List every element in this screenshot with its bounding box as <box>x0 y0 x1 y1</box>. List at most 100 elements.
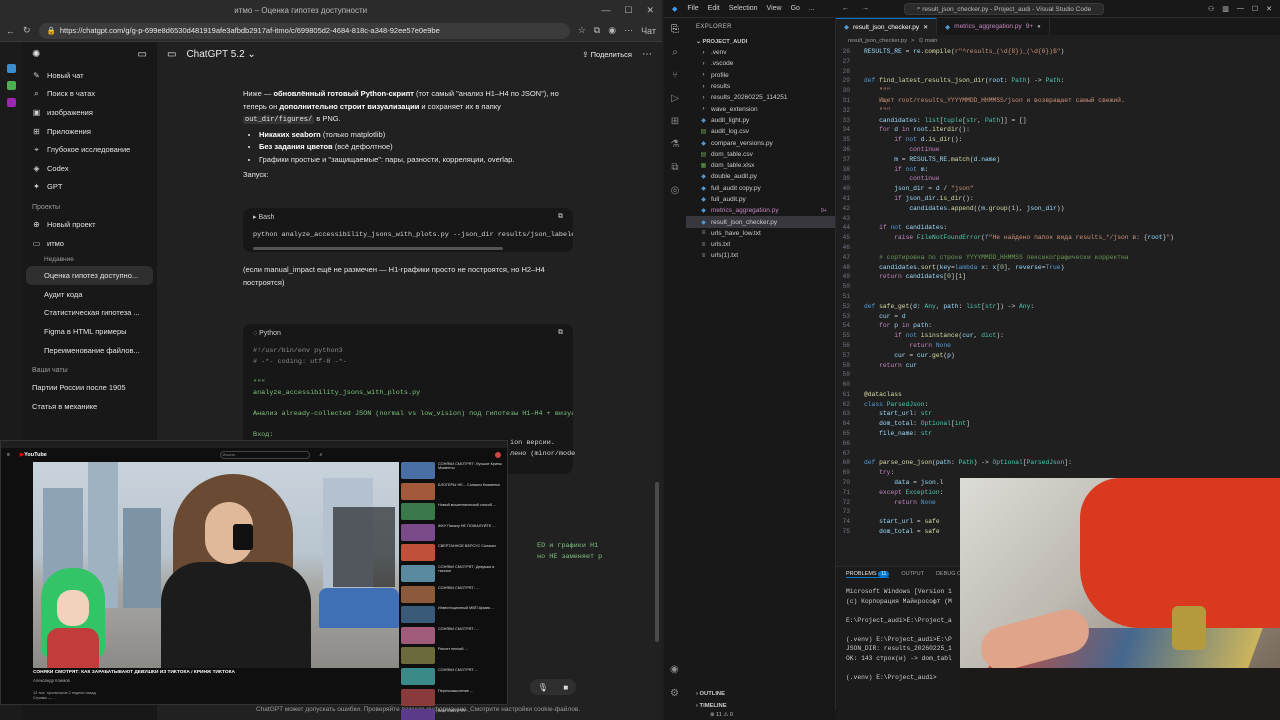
menu-item[interactable]: Selection <box>729 5 758 12</box>
explorer-icon[interactable]: ⎘ <box>671 24 679 35</box>
project-chat-item[interactable]: Figma в HTML примеры <box>22 322 157 341</box>
yt-menu-icon[interactable]: ≡ <box>7 452 10 458</box>
file-tree-item[interactable]: ≡ urls_have_low.txt <box>686 228 835 239</box>
project-root[interactable]: ⌄ PROJECT_AUDI <box>686 36 835 47</box>
profile-icon[interactable]: ◉ <box>608 25 616 36</box>
remote-icon[interactable]: ⧉ <box>671 162 678 173</box>
project-chat-item[interactable]: Переименование файлов... <box>22 341 157 360</box>
microphone-icon[interactable]: 🎙 <box>538 683 548 692</box>
sidebar-item[interactable]: ◈ Codex <box>22 159 157 178</box>
minimize-icon[interactable]: — <box>601 5 610 16</box>
yt-avatar[interactable] <box>495 452 501 458</box>
copy-icon[interactable]: ⧉ <box>558 213 563 221</box>
yt-search-input[interactable]: Искать <box>219 451 310 459</box>
project-chat-item[interactable]: Оценка гипотез доступно... <box>26 266 153 285</box>
file-tree-item[interactable]: › results_20260225_114251 <box>686 92 835 103</box>
video-player[interactable] <box>33 462 399 668</box>
recommended-video[interactable]: СОНЯКИ СМОТРЯТ: ... <box>401 585 505 606</box>
sidebar-item[interactable]: ⌕ Поиск в чатах <box>22 85 157 104</box>
file-tree-item[interactable]: › profile <box>686 70 835 81</box>
testing-icon[interactable]: ⚗ <box>671 139 680 150</box>
menu-item[interactable]: Go <box>791 5 800 12</box>
recommended-video[interactable]: ВОЙ СМОТРЯТ: ... <box>401 708 505 720</box>
reload-icon[interactable]: ↻ <box>23 25 31 36</box>
tab-output[interactable]: OUTPUT <box>901 571 924 577</box>
command-center[interactable]: ⌕ result_json_checker.py - Project_audi … <box>904 3 1104 15</box>
recommended-video[interactable]: СОНЯКИ СМОТРЯТ ... <box>401 667 505 688</box>
problems-status[interactable]: ⊗ 11 ⚠ 0 <box>710 712 733 718</box>
recommended-video[interactable]: БЛОГЕРЫ НЕ... Сонякич Клименко <box>401 482 505 503</box>
sidebar-item[interactable]: ⌖ Глубокое исследование <box>22 140 157 159</box>
nav-forward-icon[interactable]: → <box>862 5 869 12</box>
close-icon[interactable]: ✕ <box>923 24 928 31</box>
tab-problems[interactable]: PROBLEMS 11 <box>846 570 890 578</box>
copy-icon[interactable]: ⧉ <box>558 329 563 337</box>
file-tree-item[interactable]: ◆ full_audit.py <box>686 194 835 205</box>
menu-item[interactable]: View <box>767 5 782 12</box>
copilot-label[interactable]: Чат <box>641 26 656 36</box>
url-field[interactable]: 🔒 https://chatgpt.com/g/g-p-699e8d6530d4… <box>38 22 570 39</box>
channel-name[interactable]: Александр Климов <box>33 678 70 683</box>
breadcrumb-item[interactable]: ⊙ main <box>918 38 937 44</box>
recommended-video[interactable]: СВЕРТАННОЕ ВЕРСУС Сонякич <box>401 543 505 564</box>
close-icon[interactable]: ✕ <box>1266 5 1272 13</box>
chat-item[interactable]: Партии России после 1905 <box>22 378 157 397</box>
source-control-icon[interactable]: ⑂ <box>672 70 678 81</box>
code-scrollbar[interactable] <box>655 482 659 642</box>
sidebar-item[interactable]: ⊞ Приложения <box>22 122 157 141</box>
recommended-video[interactable]: Инвестиционный МВП Армия ... <box>401 605 505 626</box>
maximize-icon[interactable]: ☐ <box>1252 5 1258 13</box>
project-chat-item[interactable]: Аудит кода <box>22 285 157 304</box>
file-tree-item[interactable]: ▤ audit_log.csv <box>686 126 835 137</box>
account-icon[interactable]: ◉ <box>670 664 679 675</box>
copilot-icon[interactable]: ⚇ <box>1208 5 1214 13</box>
run-debug-icon[interactable]: ▷ <box>671 93 679 104</box>
file-tree-item[interactable]: ◆ metrics_aggregation.py 9+ <box>686 205 835 216</box>
project-item[interactable]: ▭ итмо <box>22 234 157 253</box>
stop-icon[interactable]: ■ <box>563 683 568 692</box>
file-tree-item[interactable]: ▦ dom_table.xlsx <box>686 160 835 171</box>
recommended-video[interactable]: СОНЯКИ СМОТРЯТ: Лучшие Кринж Моменты <box>401 461 505 482</box>
search-icon[interactable]: ⌕ <box>672 47 678 58</box>
editor-tab[interactable]: ◆ metrics_aggregation.py 9+ ● <box>937 18 1050 35</box>
menu-item[interactable]: ... <box>809 5 815 12</box>
recommended-video[interactable]: СОНЯКИ СМОТРЯТ: Девушки в тиктоке <box>401 564 505 585</box>
python-icon[interactable]: ◎ <box>671 185 680 196</box>
close-icon[interactable]: ✕ <box>646 5 654 16</box>
recommended-video[interactable]: СОНЯКИ СМОТРЯТ: ... <box>401 626 505 647</box>
sidebar-toggle-icon[interactable]: ▭ <box>138 49 147 60</box>
file-tree-item[interactable]: › results <box>686 81 835 92</box>
layout-icons[interactable]: ⚇ ▥ — ☐ ✕ <box>1208 5 1272 13</box>
recommended-video[interactable]: Расчет пенсий ... <box>401 646 505 667</box>
settings-gear-icon[interactable]: ⚙ <box>670 688 679 699</box>
outline-section[interactable]: › OUTLINE <box>686 688 836 699</box>
breadcrumb-item[interactable]: result_json_checker.py <box>848 38 907 44</box>
folder-icon[interactable]: ▭ <box>167 49 176 60</box>
dirty-dot-icon[interactable]: ● <box>1037 24 1041 30</box>
editor-tab[interactable]: ◆ result_json_checker.py ✕ <box>836 18 938 35</box>
recommended-video[interactable]: Переосмысление ... <box>401 688 505 709</box>
file-tree-item[interactable]: ◆ double_audit.py <box>686 171 835 182</box>
rail-app-icon[interactable] <box>6 98 16 107</box>
file-tree-item[interactable]: › wave_extension <box>686 103 835 114</box>
extensions-icon[interactable]: ⧉ <box>594 25 600 36</box>
menu-item[interactable]: Edit <box>708 5 720 12</box>
breadcrumb-item[interactable]: > <box>911 38 914 44</box>
layout-icon[interactable]: ▥ <box>1222 5 1229 13</box>
sidebar-item[interactable]: ✎ Новый чат <box>22 66 157 85</box>
model-selector[interactable]: ChatGPT 5.2 ⌄ <box>186 49 572 60</box>
file-tree-item[interactable]: › .venv <box>686 47 835 58</box>
extensions-icon[interactable]: ⊞ <box>671 116 679 127</box>
file-tree-item[interactable]: ▤ dom_table.csv <box>686 149 835 160</box>
share-button[interactable]: ⇪ Поделиться <box>582 50 632 59</box>
yt-search-icon[interactable]: ⌕ <box>320 452 323 458</box>
project-item[interactable]: ⊕ Новый проект <box>22 215 157 234</box>
rail-app-icon[interactable] <box>6 64 16 73</box>
recommended-video[interactable]: ЖКУ Пикачу НЕ ПОЖАЛУЙТЕ ... <box>401 523 505 544</box>
rail-app-icon[interactable] <box>6 81 16 90</box>
file-tree-item[interactable]: ◆ result_json_checker.py <box>686 216 835 228</box>
file-tree-item[interactable]: › .vscode <box>686 58 835 69</box>
youtube-logo[interactable]: ▶YouTube <box>20 452 47 458</box>
project-chat-item[interactable]: Статистическая гипотеза ... <box>22 304 157 323</box>
menu-item[interactable]: File <box>687 5 698 12</box>
